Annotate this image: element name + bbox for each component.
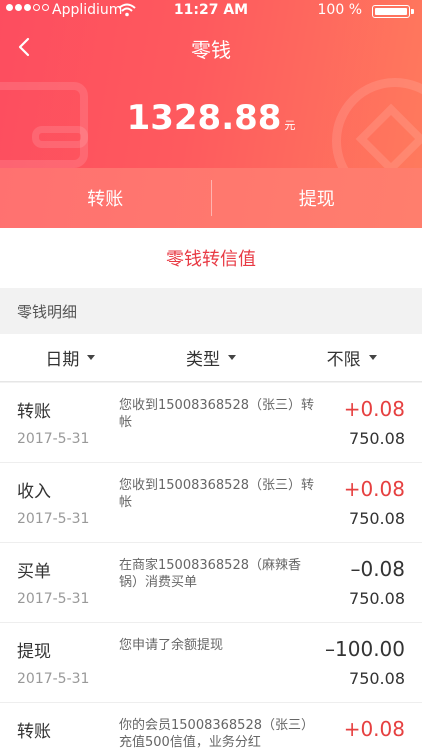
transaction-amount: –100.00 — [325, 637, 405, 661]
transaction-type: 转账 — [17, 722, 51, 742]
balance-amount: 1328.88 — [126, 98, 282, 138]
filter-date-label: 日期 — [45, 350, 80, 370]
filter-bar: 日期 类型 不限 — [0, 334, 422, 382]
transaction-date: 2017-5-31 — [17, 591, 90, 607]
caret-down-icon — [368, 355, 377, 360]
filter-type-dropdown[interactable]: 类型 — [141, 334, 282, 381]
balance-unit: 元 — [284, 119, 296, 132]
transaction-description: 在商家15008368528（麻辣香锅）消费买单 — [119, 558, 301, 590]
transaction-description: 您收到15008368528（张三）转帐 — [119, 478, 314, 510]
transaction-type: 买单 — [17, 562, 51, 582]
transaction-balance: 750.08 — [349, 669, 405, 688]
caret-down-icon — [87, 355, 96, 360]
transaction-amount: +0.08 — [343, 717, 405, 741]
transaction-row[interactable]: 收入 2017-5-31 您收到15008368528（张三）转帐 +0.08 … — [0, 463, 422, 543]
transaction-row[interactable]: 提现 2017-5-31 您申请了余额提现 –100.00 750.08 — [0, 623, 422, 703]
transaction-date: 2017-5-31 — [17, 511, 90, 527]
back-button[interactable] — [10, 32, 40, 62]
transaction-row[interactable]: 买单 2017-5-31 在商家15008368528（麻辣香锅）消费买单 –0… — [0, 543, 422, 623]
transaction-list: 转账 2017-5-31 您收到15008368528（张三）转帐 +0.08 … — [0, 383, 422, 750]
transaction-description: 您申请了余额提现 — [119, 638, 224, 653]
transaction-description: 你的会员15008368528（张三）充值500信值，业务分红 — [119, 718, 314, 750]
chevron-left-icon — [18, 37, 30, 57]
filter-type-label: 类型 — [186, 350, 220, 370]
transaction-amount: +0.08 — [343, 397, 405, 421]
convert-to-credit-button[interactable]: 零钱转信值 — [0, 228, 422, 288]
transaction-row[interactable]: 转账 2017-5-31 您收到15008368528（张三）转帐 +0.08 … — [0, 383, 422, 463]
transaction-date: 2017-5-31 — [17, 671, 90, 687]
balance-display: 1328.88 元 — [0, 98, 422, 138]
transaction-type: 转账 — [17, 402, 51, 422]
action-bar: 转账 提现 — [0, 168, 422, 228]
status-bar: Applidium 11:27 AM 100 % — [0, 0, 422, 22]
filter-date-dropdown[interactable]: 日期 — [0, 334, 141, 381]
transaction-description: 您收到15008368528（张三）转帐 — [119, 398, 314, 430]
section-title: 零钱明细 — [0, 288, 422, 334]
transaction-balance: 750.08 — [349, 589, 405, 608]
filter-range-label: 不限 — [326, 350, 361, 370]
transaction-date: 2017-5-31 — [17, 431, 90, 447]
transfer-button[interactable]: 转账 — [0, 168, 211, 228]
caret-down-icon — [228, 355, 236, 360]
transaction-type: 收入 — [17, 482, 51, 502]
battery-icon — [372, 5, 410, 18]
transaction-amount: +0.08 — [343, 477, 405, 501]
filter-range-dropdown[interactable]: 不限 — [281, 334, 422, 381]
transaction-row[interactable]: 转账 你的会员15008368528（张三）充值500信值，业务分红 +0.08 — [0, 703, 422, 750]
battery-percentage: 100 % — [317, 2, 362, 18]
transaction-type: 提现 — [17, 642, 51, 662]
transaction-balance: 750.08 — [349, 509, 405, 528]
transaction-amount: –0.08 — [350, 557, 405, 581]
withdraw-button[interactable]: 提现 — [212, 168, 422, 228]
transaction-balance: 750.08 — [349, 429, 405, 448]
battery-tip-icon — [411, 9, 414, 14]
